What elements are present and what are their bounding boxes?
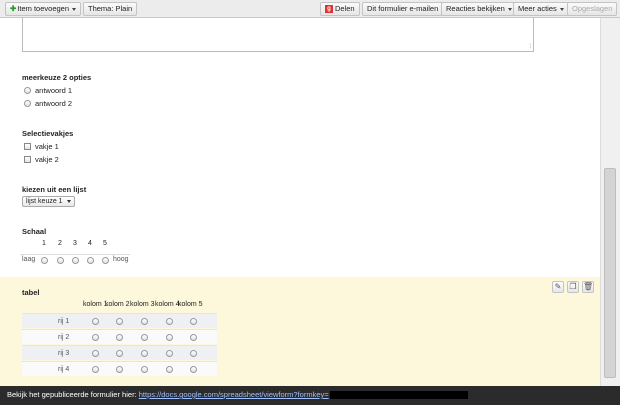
grid-row-label: rij 2 <box>58 334 70 341</box>
scale-radio-5[interactable] <box>102 257 109 264</box>
question-title: Selectievakjes <box>22 129 74 138</box>
grid-row-label: rij 4 <box>58 366 70 373</box>
chevron-down-icon <box>507 7 512 11</box>
grid-column-header: kolom 1 <box>83 301 108 308</box>
grid-radio[interactable] <box>116 350 123 357</box>
radio-button[interactable] <box>24 86 31 94</box>
grid-radio[interactable] <box>116 334 123 341</box>
question-title: kiezen uit een lijst <box>22 185 87 194</box>
grid-row-label: rij 3 <box>58 350 70 357</box>
scale-radio-1[interactable] <box>41 257 48 264</box>
vertical-scrollbar[interactable] <box>600 18 620 386</box>
email-form-button[interactable]: Dit formulier e-mailen <box>362 2 444 16</box>
theme-button[interactable]: Thema: Plain <box>83 2 138 16</box>
checkbox[interactable] <box>24 142 31 150</box>
grid-radio[interactable] <box>92 366 99 373</box>
question-title: meerkeuze 2 opties <box>22 73 92 82</box>
checkbox-option[interactable]: vakje 1 <box>24 141 59 151</box>
published-form-link[interactable]: https://docs.google.com/spreadsheet/view… <box>139 390 329 399</box>
grid-row: rij 3 <box>22 345 217 360</box>
grid-radio[interactable] <box>141 366 148 373</box>
grid-column-header: kolom 4 <box>155 301 180 308</box>
grid-row: rij 2 <box>22 329 217 344</box>
radio-button[interactable] <box>24 99 31 107</box>
grid-row: rij 1 <box>22 313 217 328</box>
footer-text: Bekijk het gepubliceerde formulier hier: <box>7 390 137 399</box>
grid-radio[interactable] <box>141 350 148 357</box>
scale-number: 4 <box>88 240 92 247</box>
list-select[interactable]: lijst keuze 1 <box>22 196 75 207</box>
grid-radio[interactable] <box>92 334 99 341</box>
edit-pencil-icon[interactable]: ✎ <box>552 281 564 293</box>
grid-column-header: kolom 2 <box>105 301 130 308</box>
grid-radio[interactable] <box>92 318 99 325</box>
scale-high-label: hoog <box>113 256 129 263</box>
grid-row: rij 4 <box>22 361 217 376</box>
view-responses-button[interactable]: Reacties bekijken <box>441 2 517 16</box>
question-title: Schaal <box>22 227 47 236</box>
footer-bar: Bekijk het gepubliceerde formulier hier:… <box>0 386 620 405</box>
plus-icon: ✚ <box>10 4 17 13</box>
duplicate-icon[interactable]: ❐ <box>567 281 579 293</box>
grid-radio[interactable] <box>92 350 99 357</box>
grid-radio[interactable] <box>166 350 173 357</box>
add-item-button[interactable]: ✚Item toevoegen <box>5 2 81 16</box>
grid-column-header: kolom 5 <box>178 301 203 308</box>
grid-radio[interactable] <box>166 366 173 373</box>
chevron-down-icon <box>66 199 71 203</box>
scale-radio-4[interactable] <box>87 257 94 264</box>
question-title: tabel <box>22 288 40 297</box>
grid-radio[interactable] <box>190 366 197 373</box>
grid-radio[interactable] <box>190 318 197 325</box>
grid-radio[interactable] <box>141 318 148 325</box>
chevron-down-icon <box>559 7 564 11</box>
grid-radio[interactable] <box>166 334 173 341</box>
resize-grip-icon[interactable]: ⁞ <box>529 44 531 50</box>
scale-number: 5 <box>103 240 107 247</box>
chevron-down-icon <box>72 7 76 11</box>
checkbox-option[interactable]: vakje 2 <box>24 154 59 164</box>
google-plus-icon: g <box>325 5 333 14</box>
scale-number: 1 <box>42 240 46 247</box>
grid-column-header: kolom 3 <box>130 301 155 308</box>
form-editor: ⁞ meerkeuze 2 opties antwoord 1 antwoord… <box>0 18 600 386</box>
grid-radio[interactable] <box>116 366 123 373</box>
scale-low-label: laag <box>22 256 36 263</box>
scrollbar-thumb[interactable] <box>604 168 616 378</box>
share-button[interactable]: g Delen <box>320 2 360 16</box>
scale-radio-2[interactable] <box>57 257 64 264</box>
grid-row-label: rij 1 <box>58 318 70 325</box>
checkbox[interactable] <box>24 155 31 163</box>
scale-number: 2 <box>58 240 62 247</box>
more-actions-button[interactable]: Meer acties <box>513 2 569 16</box>
grid-radio[interactable] <box>190 350 197 357</box>
grid-radio[interactable] <box>166 318 173 325</box>
redacted-block <box>329 391 468 400</box>
radio-option[interactable]: antwoord 1 <box>24 85 72 95</box>
paragraph-textarea[interactable]: ⁞ <box>22 18 534 52</box>
scale-number: 3 <box>73 240 77 247</box>
radio-option[interactable]: antwoord 2 <box>24 98 72 108</box>
toolbar: ✚Item toevoegen Thema: Plain g Delen Dit … <box>0 0 620 18</box>
trash-icon[interactable]: 🗑 <box>582 281 594 293</box>
grid-radio[interactable] <box>116 318 123 325</box>
saved-button: Opgeslagen <box>567 2 618 16</box>
scale-radio-3[interactable] <box>72 257 79 264</box>
grid-radio[interactable] <box>190 334 197 341</box>
grid-radio[interactable] <box>141 334 148 341</box>
